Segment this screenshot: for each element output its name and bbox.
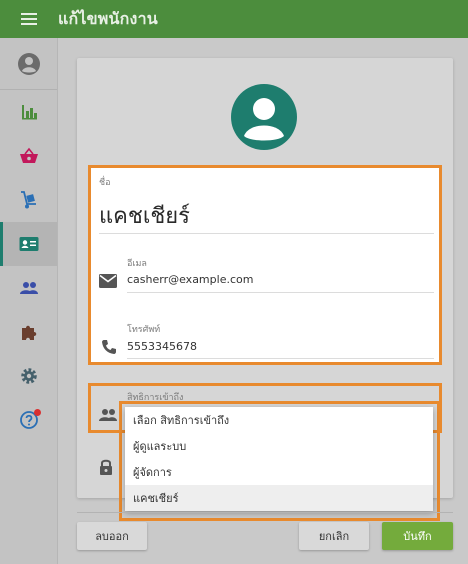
name-underline <box>99 233 434 234</box>
email-field[interactable]: casherr@example.com <box>127 273 253 286</box>
sidebar-item-settings[interactable] <box>0 354 57 398</box>
sidebar <box>0 38 58 564</box>
sidebar-item-help[interactable] <box>0 398 57 442</box>
app-bar: แก้ไขพนักงาน <box>0 0 468 38</box>
sidebar-item-sales[interactable] <box>0 134 57 178</box>
page-title: แก้ไขพนักงาน <box>58 8 158 28</box>
people-icon <box>19 281 39 295</box>
name-label: ชื่อ <box>99 178 111 188</box>
email-label: อีเมล <box>127 259 147 269</box>
people-icon <box>98 408 118 422</box>
name-field[interactable]: แคชเชียร์ <box>99 198 190 233</box>
employee-info-section: ชื่อ แคชเชียร์ อีเมล casherr@example.com… <box>88 165 442 365</box>
role-dropdown-menu[interactable]: เลือก สิทธิการเข้าถึง ผู้ดูแลระบบ ผู้จัด… <box>125 407 433 511</box>
delete-button[interactable]: ลบออก <box>77 522 147 550</box>
email-icon <box>99 274 117 288</box>
sidebar-item-reports[interactable] <box>0 90 57 134</box>
email-underline <box>127 292 434 293</box>
sidebar-item-addons[interactable] <box>0 310 57 354</box>
account-circle-icon <box>17 52 41 76</box>
sidebar-item-employees[interactable] <box>0 222 57 266</box>
phone-label: โทรศัพท์ <box>127 325 161 335</box>
notification-dot <box>34 409 41 416</box>
footer-divider <box>77 512 453 513</box>
phone-icon <box>101 339 117 355</box>
role-option-admin[interactable]: ผู้ดูแลระบบ <box>125 433 433 459</box>
puzzle-piece-icon <box>20 323 38 341</box>
phone-underline <box>127 358 434 359</box>
hand-truck-icon <box>19 190 39 210</box>
role-option-cashier[interactable]: แคชเชียร์ <box>125 485 433 511</box>
sidebar-item-account[interactable] <box>0 38 57 90</box>
employee-avatar-icon[interactable] <box>231 84 297 150</box>
hamburger-menu-icon[interactable] <box>0 0 58 38</box>
sidebar-item-customers[interactable] <box>0 266 57 310</box>
lock-icon <box>99 458 113 476</box>
gear-icon <box>20 367 38 385</box>
basket-icon <box>19 147 39 165</box>
save-button[interactable]: บันทึก <box>382 522 453 550</box>
role-option-placeholder[interactable]: เลือก สิทธิการเข้าถึง <box>125 407 433 433</box>
badge-card-icon <box>19 236 39 252</box>
role-option-manager[interactable]: ผู้จัดการ <box>125 459 433 485</box>
phone-field[interactable]: 5553345678 <box>127 340 197 353</box>
sidebar-item-inventory[interactable] <box>0 178 57 222</box>
cancel-button[interactable]: ยกเลิก <box>299 522 369 550</box>
bar-chart-icon <box>20 103 38 121</box>
